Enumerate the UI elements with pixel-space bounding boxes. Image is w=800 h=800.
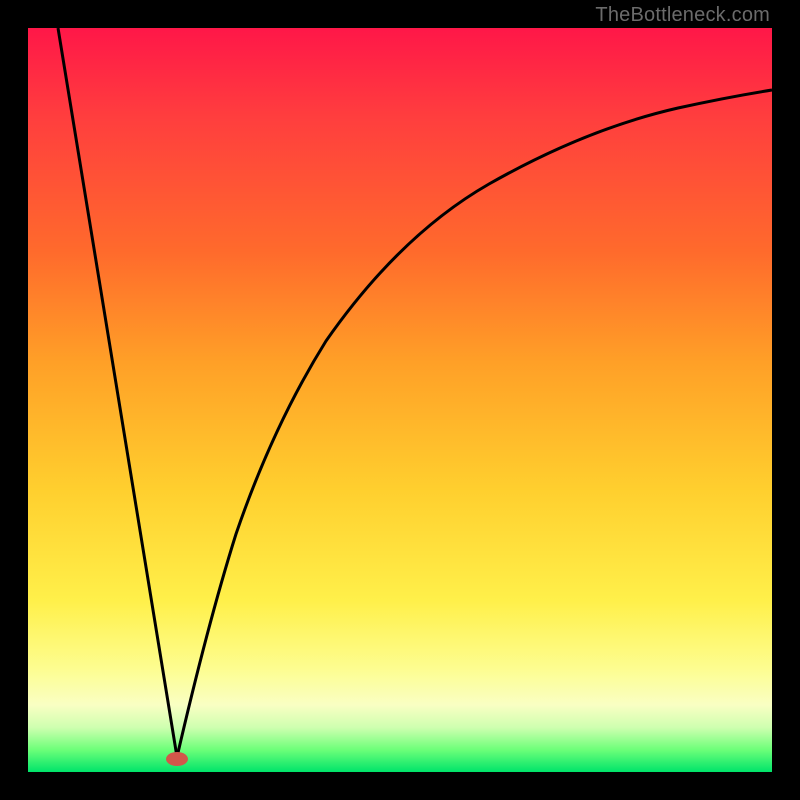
curve-svg [28, 28, 772, 772]
watermark-text: TheBottleneck.com [595, 4, 770, 27]
curve-left-segment [58, 28, 177, 757]
chart-frame: TheBottleneck.com [0, 0, 800, 800]
min-marker-dot [166, 752, 188, 766]
plot-area [28, 28, 772, 772]
curve-right-segment [177, 90, 772, 757]
